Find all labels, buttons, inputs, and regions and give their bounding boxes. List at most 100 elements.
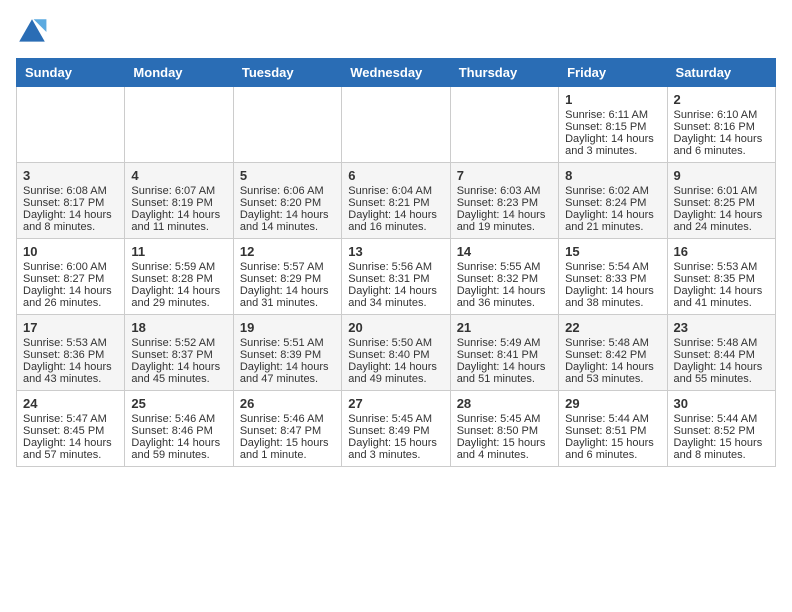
calendar-cell: 20Sunrise: 5:50 AMSunset: 8:40 PMDayligh… xyxy=(342,315,450,391)
day-number: 1 xyxy=(565,92,660,107)
day-info: Sunrise: 6:02 AM xyxy=(565,185,660,197)
day-info: Sunset: 8:16 PM xyxy=(674,121,769,133)
day-number: 26 xyxy=(240,396,335,411)
calendar-cell xyxy=(125,87,233,163)
weekday-header-monday: Monday xyxy=(125,59,233,87)
day-number: 28 xyxy=(457,396,552,411)
day-info: Sunset: 8:29 PM xyxy=(240,273,335,285)
calendar-cell: 19Sunrise: 5:51 AMSunset: 8:39 PMDayligh… xyxy=(233,315,341,391)
day-info: Sunset: 8:39 PM xyxy=(240,349,335,361)
day-info: Sunset: 8:47 PM xyxy=(240,425,335,437)
day-number: 21 xyxy=(457,320,552,335)
day-info: Daylight: 14 hours and 14 minutes. xyxy=(240,209,335,233)
day-number: 20 xyxy=(348,320,443,335)
day-info: Daylight: 14 hours and 21 minutes. xyxy=(565,209,660,233)
calendar-cell: 14Sunrise: 5:55 AMSunset: 8:32 PMDayligh… xyxy=(450,239,558,315)
day-info: Sunset: 8:31 PM xyxy=(348,273,443,285)
day-info: Daylight: 14 hours and 19 minutes. xyxy=(457,209,552,233)
day-info: Sunrise: 5:59 AM xyxy=(131,261,226,273)
day-info: Sunrise: 5:48 AM xyxy=(565,337,660,349)
calendar-cell: 10Sunrise: 6:00 AMSunset: 8:27 PMDayligh… xyxy=(17,239,125,315)
calendar-cell: 21Sunrise: 5:49 AMSunset: 8:41 PMDayligh… xyxy=(450,315,558,391)
day-info: Daylight: 14 hours and 59 minutes. xyxy=(131,437,226,461)
calendar-cell: 26Sunrise: 5:46 AMSunset: 8:47 PMDayligh… xyxy=(233,391,341,467)
day-info: Sunset: 8:52 PM xyxy=(674,425,769,437)
calendar-cell: 30Sunrise: 5:44 AMSunset: 8:52 PMDayligh… xyxy=(667,391,775,467)
weekday-header-thursday: Thursday xyxy=(450,59,558,87)
calendar-cell: 3 Sunrise: 6:08 AMSunset: 8:17 PMDaylight… xyxy=(17,163,125,239)
day-info: Sunrise: 6:08 AM xyxy=(23,185,118,197)
calendar-cell xyxy=(450,87,558,163)
day-info: Sunrise: 5:54 AM xyxy=(565,261,660,273)
day-info: Daylight: 14 hours and 47 minutes. xyxy=(240,361,335,385)
day-info: Sunset: 8:51 PM xyxy=(565,425,660,437)
day-info: Sunrise: 6:03 AM xyxy=(457,185,552,197)
day-number: 29 xyxy=(565,396,660,411)
weekday-header-saturday: Saturday xyxy=(667,59,775,87)
calendar-cell: 5Sunrise: 6:06 AMSunset: 8:20 PMDaylight… xyxy=(233,163,341,239)
day-number: 15 xyxy=(565,244,660,259)
calendar-cell: 7Sunrise: 6:03 AMSunset: 8:23 PMDaylight… xyxy=(450,163,558,239)
day-info: Daylight: 14 hours and 3 minutes. xyxy=(565,133,660,157)
calendar-cell: 12Sunrise: 5:57 AMSunset: 8:29 PMDayligh… xyxy=(233,239,341,315)
header xyxy=(16,16,776,48)
calendar-cell: 23 Sunrise: 5:48 AMSunset: 8:44 PMDayligh… xyxy=(667,315,775,391)
day-info: Sunrise: 6:04 AM xyxy=(348,185,443,197)
day-info: Sunrise: 5:48 AM xyxy=(674,337,769,349)
day-info: Sunrise: 5:53 AM xyxy=(23,337,118,349)
day-info: Sunset: 8:17 PM xyxy=(23,197,118,209)
logo-icon xyxy=(16,16,48,48)
day-number: 3 xyxy=(23,168,118,183)
day-info: Daylight: 14 hours and 34 minutes. xyxy=(348,285,443,309)
day-info: Daylight: 15 hours and 6 minutes. xyxy=(565,437,660,461)
day-number: 18 xyxy=(131,320,226,335)
calendar-cell: 8Sunrise: 6:02 AMSunset: 8:24 PMDaylight… xyxy=(559,163,667,239)
calendar-cell: 29Sunrise: 5:44 AMSunset: 8:51 PMDayligh… xyxy=(559,391,667,467)
day-number: 19 xyxy=(240,320,335,335)
day-info: Sunrise: 5:57 AM xyxy=(240,261,335,273)
day-info: Sunset: 8:36 PM xyxy=(23,349,118,361)
day-info: Daylight: 14 hours and 53 minutes. xyxy=(565,361,660,385)
day-number: 14 xyxy=(457,244,552,259)
day-info: Sunset: 8:44 PM xyxy=(674,349,769,361)
day-info: Sunrise: 5:55 AM xyxy=(457,261,552,273)
day-info: Sunset: 8:41 PM xyxy=(457,349,552,361)
day-info: Sunset: 8:33 PM xyxy=(565,273,660,285)
calendar-cell xyxy=(233,87,341,163)
calendar-cell: 25Sunrise: 5:46 AMSunset: 8:46 PMDayligh… xyxy=(125,391,233,467)
day-info: Sunset: 8:37 PM xyxy=(131,349,226,361)
day-info: Sunrise: 5:53 AM xyxy=(674,261,769,273)
day-number: 6 xyxy=(348,168,443,183)
day-info: Daylight: 14 hours and 6 minutes. xyxy=(674,133,769,157)
day-number: 10 xyxy=(23,244,118,259)
day-info: Sunrise: 5:45 AM xyxy=(348,413,443,425)
calendar-cell: 4Sunrise: 6:07 AMSunset: 8:19 PMDaylight… xyxy=(125,163,233,239)
calendar-cell: 2 Sunrise: 6:10 AMSunset: 8:16 PMDaylight… xyxy=(667,87,775,163)
day-info: Sunrise: 6:10 AM xyxy=(674,109,769,121)
day-info: Sunset: 8:27 PM xyxy=(23,273,118,285)
day-info: Daylight: 14 hours and 16 minutes. xyxy=(348,209,443,233)
day-number: 9 xyxy=(674,168,769,183)
day-number: 24 xyxy=(23,396,118,411)
day-info: Daylight: 14 hours and 55 minutes. xyxy=(674,361,769,385)
day-info: Daylight: 14 hours and 8 minutes. xyxy=(23,209,118,233)
day-info: Sunrise: 6:11 AM xyxy=(565,109,660,121)
day-number: 23 xyxy=(674,320,769,335)
day-number: 2 xyxy=(674,92,769,107)
calendar-cell: 11Sunrise: 5:59 AMSunset: 8:28 PMDayligh… xyxy=(125,239,233,315)
day-info: Sunset: 8:45 PM xyxy=(23,425,118,437)
day-info: Sunset: 8:46 PM xyxy=(131,425,226,437)
day-info: Sunset: 8:35 PM xyxy=(674,273,769,285)
calendar-cell: 9Sunrise: 6:01 AMSunset: 8:25 PMDaylight… xyxy=(667,163,775,239)
day-number: 22 xyxy=(565,320,660,335)
day-info: Sunrise: 6:01 AM xyxy=(674,185,769,197)
day-info: Sunrise: 5:49 AM xyxy=(457,337,552,349)
day-info: Sunset: 8:25 PM xyxy=(674,197,769,209)
day-info: Sunrise: 6:07 AM xyxy=(131,185,226,197)
day-info: Sunset: 8:19 PM xyxy=(131,197,226,209)
day-info: Sunrise: 5:50 AM xyxy=(348,337,443,349)
day-info: Daylight: 14 hours and 11 minutes. xyxy=(131,209,226,233)
day-info: Sunrise: 5:46 AM xyxy=(131,413,226,425)
calendar-cell: 1Sunrise: 6:11 AMSunset: 8:15 PMDaylight… xyxy=(559,87,667,163)
day-info: Sunset: 8:21 PM xyxy=(348,197,443,209)
